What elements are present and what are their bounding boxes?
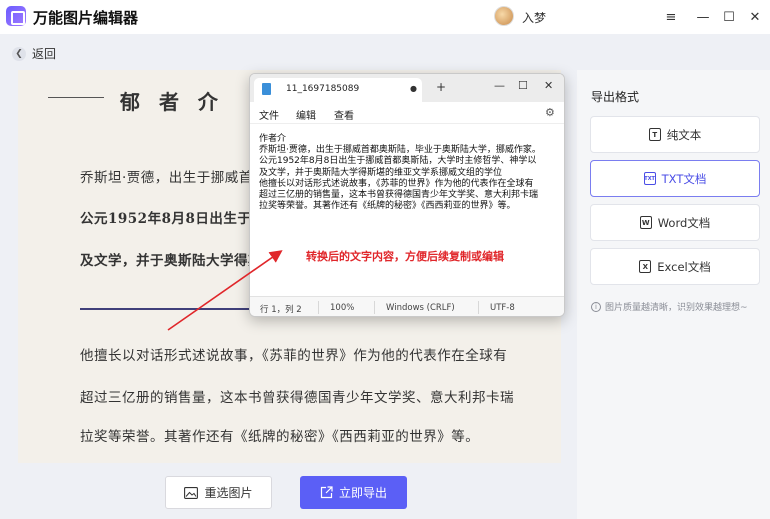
export-now-button[interactable]: 立即导出: [300, 476, 407, 509]
user-name[interactable]: 入梦: [522, 9, 546, 26]
info-icon: i: [591, 301, 601, 312]
conversion-annotation: 转换后的文字内容，方便后续复制或编辑: [306, 250, 504, 263]
line-ending: Windows (CRLF): [386, 303, 455, 313]
chevron-left-icon: ❮: [12, 46, 26, 61]
encoding: UTF-8: [490, 303, 515, 313]
notepad-status-bar: 行 1，列 2 100% Windows (CRLF) UTF-8: [250, 296, 564, 316]
notepad-text-area[interactable]: 作者介 乔斯坦·贾德，出生于挪威首都奥斯陆，毕业于奥斯陆大学，挪威作家。 公元1…: [259, 134, 559, 212]
format-label: 纯文本: [666, 127, 702, 142]
format-txt-button[interactable]: TXT TXT文档: [590, 160, 760, 197]
notepad-minimize-button[interactable]: —: [494, 79, 505, 92]
notepad-window: 11_1697185089 ● + — ☐ ✕ 文件 编辑 查看 ⚙ 作者介 乔…: [249, 73, 565, 317]
back-label: 返回: [32, 47, 57, 61]
menu-file[interactable]: 文件: [259, 107, 279, 122]
notepad-tab-title: 11_1697185089: [286, 84, 360, 94]
notepad-maximize-button[interactable]: ☐: [518, 79, 528, 92]
notepad-tab[interactable]: 11_1697185089 ●: [254, 78, 422, 102]
menu-edit[interactable]: 编辑: [296, 107, 316, 122]
word-file-icon: W: [639, 216, 652, 229]
document-line: 拉奖等荣誉。其著作还有《纸牌的秘密》《西西莉亚的世界》等。: [80, 429, 480, 445]
document-line: 他擅长以对话形式述说故事，《苏菲的世界》作为他的代表作在全球有: [80, 348, 508, 364]
document-divider: [80, 308, 260, 310]
notepad-tab-bar: 11_1697185089 ● + — ☐ ✕: [250, 74, 564, 102]
export-label: 立即导出: [338, 486, 387, 500]
title-bar: 万能图片编辑器 入梦 ≡ — ☐ ✕: [0, 0, 770, 34]
image-icon: [184, 486, 199, 499]
excel-file-icon: X: [639, 260, 652, 273]
heading-rule: [48, 97, 104, 98]
text-line: 他擅长以对话形式述说故事，《苏菲的世界》作为他的代表作在全球有: [259, 178, 534, 189]
text-line: 作者介: [259, 134, 287, 144]
new-tab-button[interactable]: +: [436, 80, 446, 94]
format-plain-text-button[interactable]: T 纯文本: [590, 116, 760, 153]
unsaved-dot-icon[interactable]: ●: [410, 84, 417, 93]
maximize-button[interactable]: ☐: [718, 6, 740, 28]
document-line: 及文学，并于奥斯陆大学得斯: [80, 253, 262, 269]
reselect-label: 重选图片: [204, 486, 253, 500]
document-line: 超过三亿册的销售量，这本书曾获得德国青少年文学奖、意大利邦卡瑞: [80, 390, 514, 406]
notepad-file-icon: [262, 83, 271, 95]
cursor-position: 行 1，列 2: [260, 305, 302, 315]
export-format-panel: 导出格式 T 纯文本 TXT TXT文档 W Word文档 X Excel文档 …: [577, 70, 770, 519]
close-button[interactable]: ✕: [744, 6, 766, 28]
hint-text: 图片质量越清晰，识别效果越理想~: [605, 303, 748, 313]
gear-icon[interactable]: ⚙: [545, 106, 555, 119]
export-icon: [320, 486, 333, 499]
reselect-image-button[interactable]: 重选图片: [165, 476, 272, 509]
txt-file-icon: TXT: [643, 172, 656, 185]
zoom-level: 100%: [330, 303, 355, 313]
format-label: TXT文档: [661, 171, 707, 186]
quality-hint: i 图片质量越清晰，识别效果越理想~: [591, 300, 748, 313]
text-line: 拉奖等荣誉。其著作还有《纸牌的秘密》《西西莉亚的世界》等。: [259, 201, 516, 212]
text-line: 超过三亿册的销售量，这本书曾获得德国青少年文学奖、意大利邦卡瑞: [259, 190, 539, 201]
text-icon: T: [648, 128, 661, 141]
back-button[interactable]: ❮ 返回: [12, 45, 56, 62]
format-label: Excel文档: [657, 259, 711, 274]
notepad-close-button[interactable]: ✕: [544, 79, 553, 92]
panel-title: 导出格式: [591, 90, 640, 104]
text-line: 乔斯坦·贾德，出生于挪威首都奥斯陆，毕业于奥斯陆大学，挪威作家。: [259, 145, 541, 156]
menu-icon[interactable]: ≡: [660, 6, 682, 28]
app-logo-icon: [6, 6, 26, 26]
text-line: 及文学，并于奥斯陆大学得斯堪的维亚文学系挪威文组的学位: [259, 167, 503, 178]
menu-view[interactable]: 查看: [334, 107, 354, 122]
format-excel-button[interactable]: X Excel文档: [590, 248, 760, 285]
app-title: 万能图片编辑器: [33, 9, 139, 27]
format-label: Word文档: [657, 215, 711, 230]
user-avatar[interactable]: [494, 6, 514, 26]
minimize-button[interactable]: —: [692, 6, 714, 28]
text-line: 公元1952年8月8日出生于挪威首都奥斯陆，大学时主修哲学、神学以: [259, 156, 537, 167]
document-heading: 郁 者 介: [120, 90, 224, 114]
notepad-menu-bar: 文件 编辑 查看 ⚙: [250, 102, 564, 124]
format-word-button[interactable]: W Word文档: [590, 204, 760, 241]
document-line: 乔斯坦·贾德，出生于挪威首都: [80, 170, 267, 186]
